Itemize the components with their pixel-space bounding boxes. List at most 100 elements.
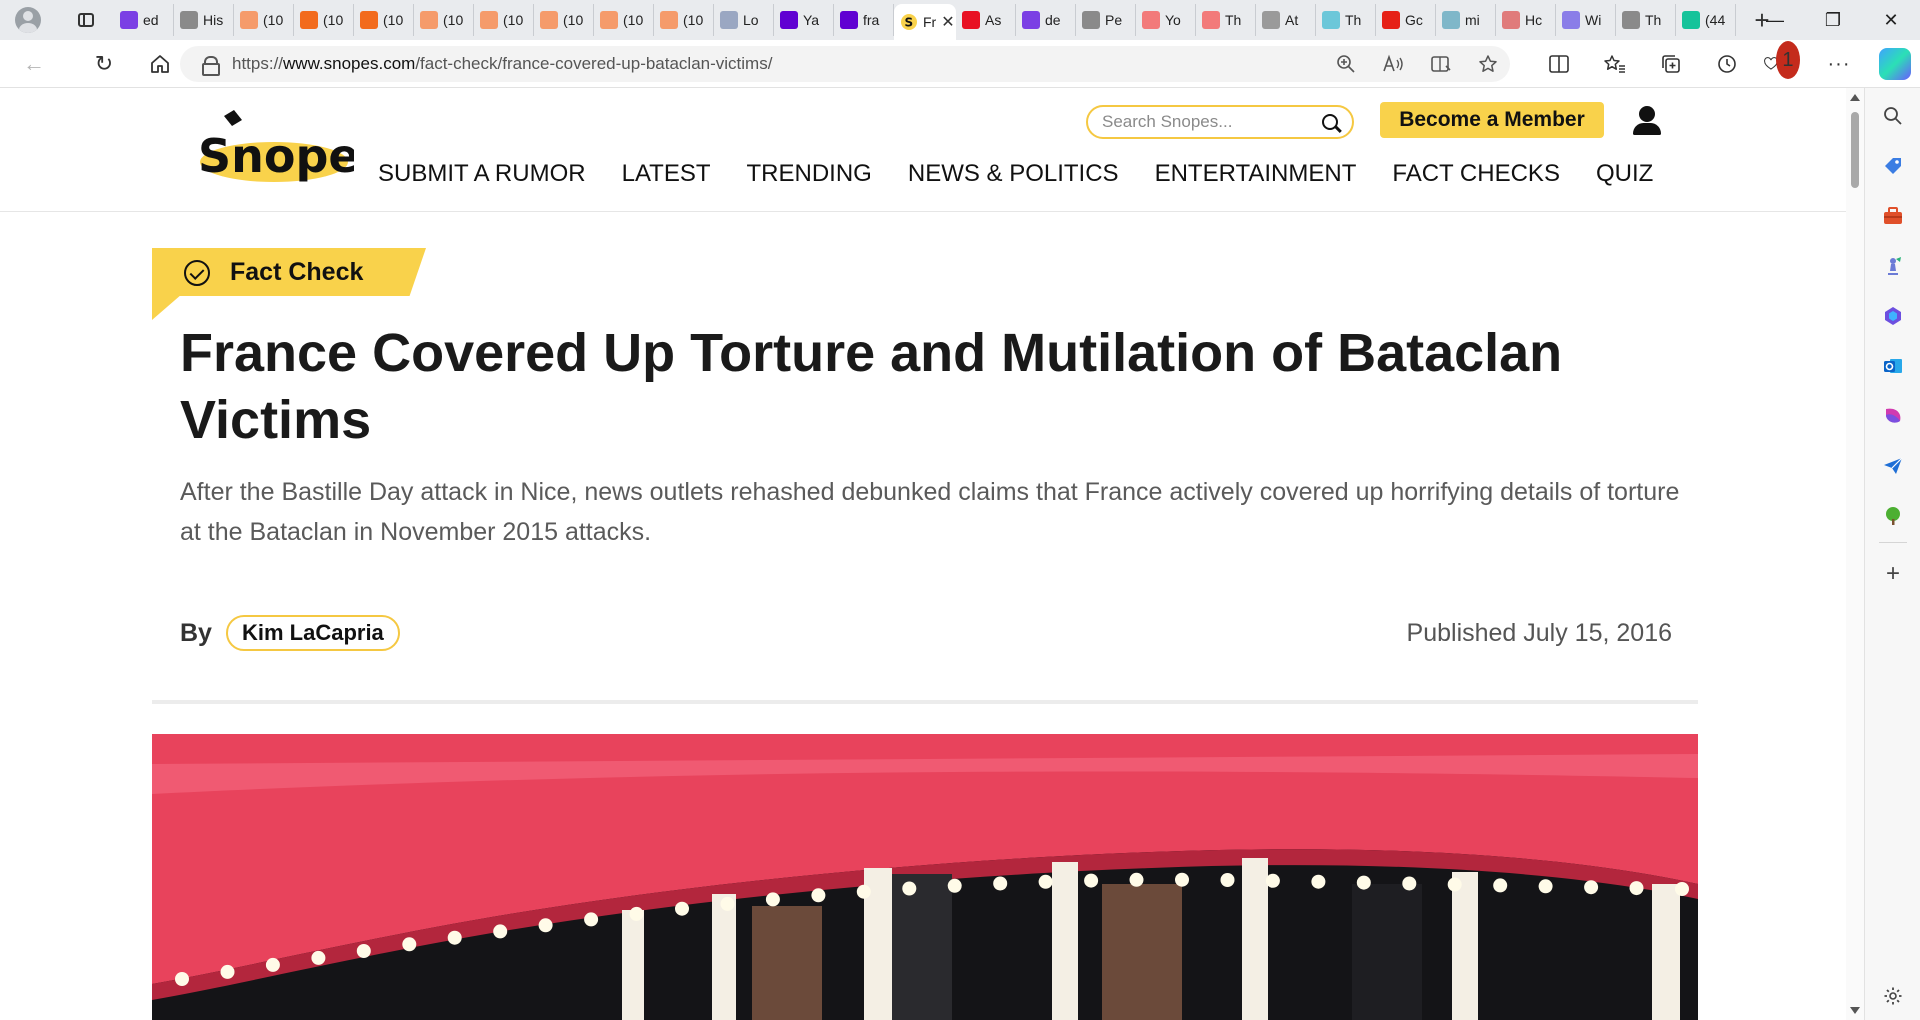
chess-piece-icon [1888, 257, 1901, 275]
tab[interactable]: Th [1196, 4, 1256, 36]
light-bulb [584, 912, 599, 927]
light-bulb [1265, 873, 1280, 888]
tab-active[interactable]: S Fr ✕ [894, 4, 956, 40]
sidebar-send-button[interactable] [1881, 454, 1905, 478]
tab[interactable]: His [174, 4, 234, 36]
nav-trending[interactable]: TRENDING [747, 160, 872, 188]
sidebar-search-button[interactable] [1881, 104, 1905, 128]
snopes-logo[interactable]: Snopes [194, 110, 387, 188]
scroll-up-icon[interactable] [1850, 94, 1860, 101]
sidebar-outlook-button[interactable] [1881, 354, 1905, 378]
become-member-button[interactable]: Become a Member [1380, 102, 1604, 138]
search-icon[interactable] [1322, 114, 1338, 130]
tab[interactable]: Th [1616, 4, 1676, 36]
tab[interactable]: (10 [414, 4, 474, 36]
tab[interactable]: Lo [714, 4, 774, 36]
back-arrow-icon: ← [23, 50, 45, 76]
yahoo-icon [1022, 11, 1040, 29]
tab[interactable]: (10 [354, 4, 414, 36]
profile-button[interactable] [10, 2, 46, 38]
zoom-icon[interactable] [1336, 54, 1356, 74]
tab[interactable]: (10 [474, 4, 534, 36]
account-icon[interactable] [1632, 106, 1662, 136]
tab[interactable]: Wi [1556, 4, 1616, 36]
nav-latest[interactable]: LATEST [622, 160, 711, 188]
site-search[interactable]: Search Snopes... [1086, 105, 1354, 139]
nav-news-politics[interactable]: NEWS & POLITICS [908, 160, 1119, 188]
light-bulb [629, 906, 644, 921]
tab-label: (10 [383, 12, 404, 28]
sidebar-designer-button[interactable] [1881, 404, 1905, 428]
tab[interactable]: Gc [1376, 4, 1436, 36]
settings-more-button[interactable]: ··· [1820, 45, 1858, 83]
close-tab-icon[interactable]: ✕ [941, 12, 954, 32]
history-button[interactable] [1708, 45, 1746, 83]
collections-icon [1662, 55, 1680, 73]
tab[interactable]: mi [1436, 4, 1496, 36]
tab[interactable]: Yo [1136, 4, 1196, 36]
edge-sidebar: + [1864, 88, 1920, 1020]
tab[interactable]: As [956, 4, 1016, 36]
youtube-icon [1142, 11, 1160, 29]
tag-icon [1885, 158, 1901, 174]
refresh-button[interactable]: ↻ [84, 44, 124, 84]
tab[interactable]: ed [114, 4, 174, 36]
page-scrollbar[interactable] [1846, 88, 1864, 1020]
nav-quiz[interactable]: QUIZ [1596, 160, 1653, 188]
home-button[interactable] [140, 44, 180, 84]
sidebar-add-button[interactable]: + [1881, 560, 1905, 587]
nav-fact-checks[interactable]: FACT CHECKS [1392, 160, 1560, 188]
light-bulb [1675, 882, 1689, 896]
toolbar-right: 1 ··· [1540, 40, 1914, 88]
restore-button[interactable]: ❐ [1804, 0, 1862, 40]
sidebar-tools-button[interactable] [1881, 204, 1905, 228]
favorites-button[interactable] [1596, 45, 1634, 83]
letter-g-icon [1682, 11, 1700, 29]
url-text[interactable]: https://www.snopes.com/fact-check/france… [232, 54, 772, 74]
tab-label: His [203, 12, 224, 28]
youtube-icon [1202, 11, 1220, 29]
letter-l-icon [720, 11, 738, 29]
close-window-button[interactable]: ✕ [1862, 0, 1920, 40]
tab[interactable]: Ya [774, 4, 834, 36]
sidebar-microsoft365-button[interactable] [1881, 304, 1905, 328]
tab[interactable]: Hc [1496, 4, 1556, 36]
tab-actions-button[interactable] [68, 5, 104, 35]
browser-essentials-button[interactable]: 1 [1764, 41, 1802, 83]
plus-icon: + [1885, 560, 1900, 587]
light-bulb [1493, 878, 1508, 893]
author-link[interactable]: Kim LaCapria [225, 615, 400, 651]
scroll-thumb[interactable] [1851, 112, 1859, 188]
tab[interactable]: (10 [594, 4, 654, 36]
tab[interactable]: Th [1316, 4, 1376, 36]
tab[interactable]: (10 [294, 4, 354, 36]
tab[interactable]: (10 [654, 4, 714, 36]
copilot-button[interactable] [1876, 45, 1914, 83]
sidebar-settings-button[interactable] [1881, 984, 1905, 1008]
light-bulb [1084, 873, 1099, 888]
sidebar-shopping-button[interactable] [1881, 154, 1905, 178]
tab[interactable]: Pe [1076, 4, 1136, 36]
address-bar[interactable]: https://www.snopes.com/fact-check/france… [180, 46, 1510, 82]
nav-entertainment[interactable]: ENTERTAINMENT [1155, 160, 1357, 188]
favorite-star-icon[interactable] [1478, 54, 1498, 74]
sidebar-games-button[interactable] [1881, 254, 1905, 278]
tab[interactable]: (10 [234, 4, 294, 36]
collections-button[interactable] [1652, 45, 1690, 83]
nav-submit-a-rumor[interactable]: SUBMIT A RUMOR [378, 160, 586, 188]
tab[interactable]: fra [834, 4, 894, 36]
back-button[interactable]: ← [14, 44, 54, 84]
tab[interactable]: de [1016, 4, 1076, 36]
minimize-button[interactable]: — [1746, 0, 1804, 40]
tab[interactable]: (44 [1676, 4, 1736, 36]
tab-strip: ed His (10 (10 (10 (10 (10 (10 (10 (10 Lo Ya fra S Fr ✕… [0, 0, 1920, 40]
split-screen-button[interactable] [1540, 45, 1578, 83]
light-bulb [811, 888, 826, 903]
read-aloud-icon[interactable] [1382, 54, 1404, 74]
scroll-down-icon[interactable] [1850, 1007, 1860, 1014]
tab[interactable]: (10 [534, 4, 594, 36]
tab[interactable]: At [1256, 4, 1316, 36]
sidebar-tree-button[interactable] [1881, 504, 1905, 528]
immersive-reader-icon[interactable] [1430, 54, 1452, 74]
byline: By Kim LaCapria [180, 615, 400, 651]
